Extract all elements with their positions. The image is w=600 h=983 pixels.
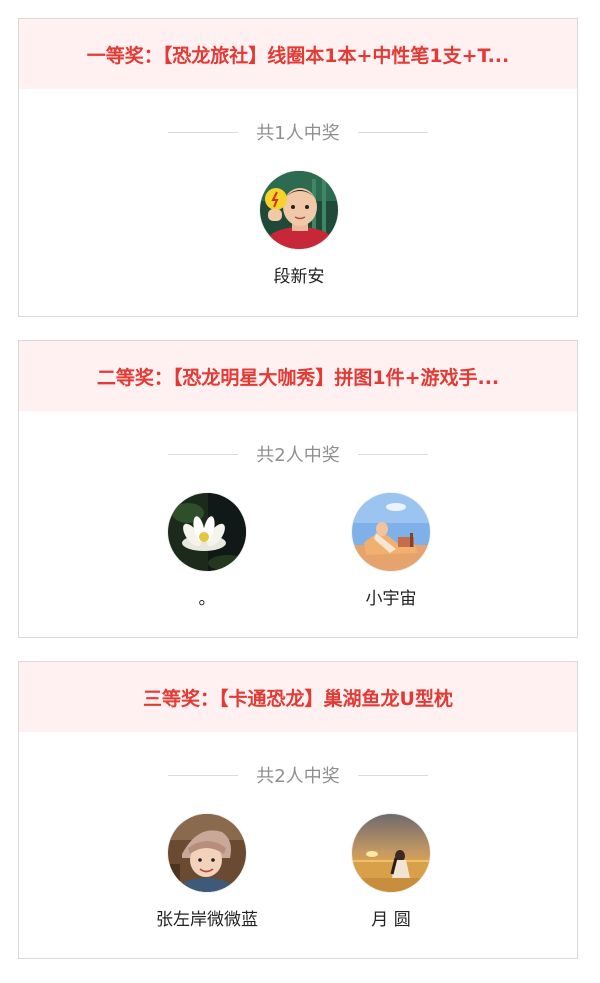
winner-name: 段新安	[273, 267, 325, 287]
prize-title: 三等奖：【卡通恐龙】巢湖鱼龙U型枕	[19, 662, 577, 732]
winner-item[interactable]: 。	[127, 493, 287, 609]
prize-title: 二等奖：【恐龙明星大咖秀】拼图1件+游戏手...	[19, 341, 577, 411]
winner-item[interactable]: 张左岸微微蓝	[127, 814, 287, 930]
divider-right	[357, 453, 428, 455]
winner-list: 。 小宇宙	[19, 493, 577, 613]
winner-list: 段新安	[19, 171, 577, 291]
winner-count-row: 共2人中奖	[19, 441, 577, 467]
prize-card-third: 三等奖：【卡通恐龙】巢湖鱼龙U型枕 共2人中奖 张左岸微微蓝 月 圆	[18, 661, 578, 959]
winner-name: 。	[198, 589, 216, 609]
prize-card-first: 一等奖：【恐龙旅社】线圈本1本+中性笔1支+T... 共1人中奖 段新安	[18, 18, 578, 317]
divider-left	[168, 453, 239, 455]
prize-card-second: 二等奖：【恐龙明星大咖秀】拼图1件+游戏手... 共2人中奖 。 小宇宙	[18, 340, 578, 638]
divider-right	[357, 774, 428, 776]
avatar-beach-photo	[352, 493, 430, 571]
winner-count: 共2人中奖	[256, 766, 340, 787]
avatar-sunset-photo	[352, 814, 430, 892]
winner-item[interactable]: 月 圆	[311, 814, 471, 930]
winner-count: 共1人中奖	[256, 123, 340, 144]
winner-name: 小宇宙	[365, 589, 417, 609]
winner-count-row: 共1人中奖	[19, 119, 577, 145]
winner-count-row: 共2人中奖	[19, 762, 577, 788]
winner-item[interactable]: 段新安	[219, 171, 379, 287]
divider-left	[168, 774, 239, 776]
winner-list: 张左岸微微蓝 月 圆	[19, 814, 577, 934]
divider-right	[357, 131, 428, 133]
divider-left	[168, 131, 239, 133]
avatar-girl-photo	[168, 814, 246, 892]
winner-name: 张左岸微微蓝	[156, 910, 258, 930]
winner-item[interactable]: 小宇宙	[311, 493, 471, 609]
winner-count: 共2人中奖	[256, 445, 340, 466]
winner-name: 月 圆	[371, 910, 411, 930]
prize-title: 一等奖：【恐龙旅社】线圈本1本+中性笔1支+T...	[19, 19, 577, 89]
avatar-lotus-photo	[168, 493, 246, 571]
avatar-boy-photo	[260, 171, 338, 249]
